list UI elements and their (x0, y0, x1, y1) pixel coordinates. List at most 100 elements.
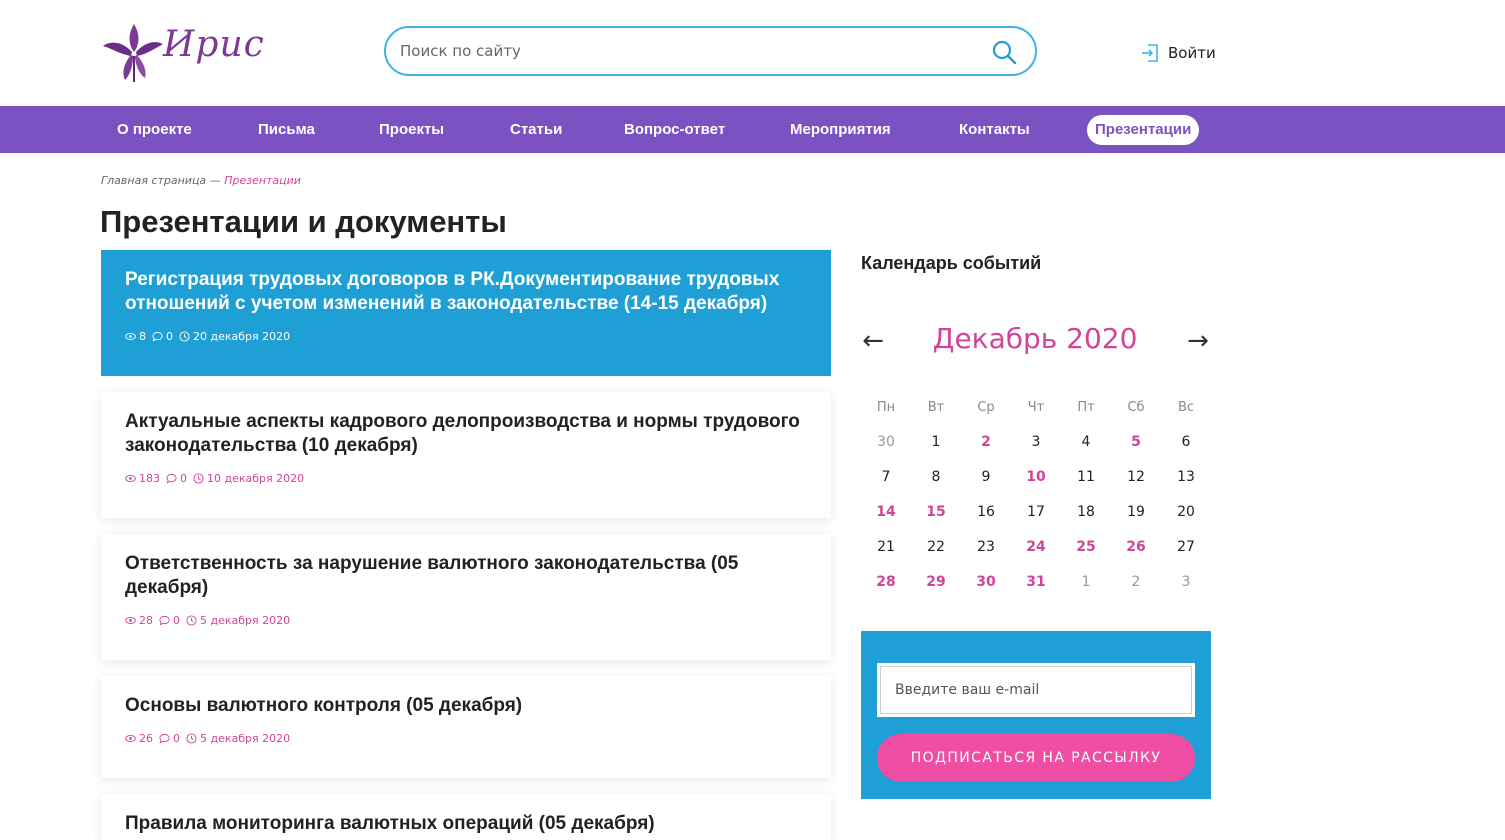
nav-item-articles[interactable]: Статьи (502, 115, 570, 145)
breadcrumb-home[interactable]: Главная страница (101, 174, 206, 187)
calendar-day: 20 (1177, 504, 1195, 520)
calendar-day: 19 (1127, 504, 1145, 520)
calendar-day: 21 (877, 539, 895, 555)
calendar-day: 17 (1027, 504, 1045, 520)
article-title[interactable]: Актуальные аспекты кадрового делопроизво… (125, 410, 805, 458)
article-card[interactable]: Ответственность за нарушение валютного з… (101, 534, 831, 660)
subscribe-button[interactable]: ПОДПИСАТЬСЯ НА РАССЫЛКУ (877, 734, 1195, 782)
weekday-label: Ср (977, 400, 995, 415)
calendar-day-event[interactable]: 10 (1011, 460, 1061, 495)
calendar-day-event[interactable]: 24 (1011, 530, 1061, 565)
article-title[interactable]: Основы валютного контроля (05 декабря) (125, 694, 805, 718)
calendar-week-row: 14 15 16 17 18 19 20 (861, 495, 1211, 530)
calendar-day: 18 (1077, 504, 1095, 520)
eye-icon (125, 475, 136, 482)
comments-count: 0 (173, 732, 180, 745)
article-card[interactable]: Правила мониторинга валютных операций (0… (101, 794, 831, 840)
search-icon[interactable] (991, 39, 1017, 65)
nav-item-presentations[interactable]: Презентации (1087, 115, 1200, 145)
login-label: Войти (1168, 44, 1216, 62)
nav-item-projects[interactable]: Проекты (371, 115, 452, 145)
views-count: 26 (139, 732, 153, 745)
calendar-next-button[interactable]: → (1185, 326, 1211, 356)
article-title[interactable]: Правила мониторинга валютных операций (0… (125, 812, 805, 836)
comments-count: 0 (180, 472, 187, 485)
weekday-label: Сб (1127, 400, 1145, 415)
calendar-day: 12 (1127, 469, 1145, 485)
breadcrumb: Главная страница — Презентации (101, 174, 301, 187)
comment-icon (166, 473, 177, 484)
calendar-week-row: 7 8 9 10 11 12 13 (861, 460, 1211, 495)
login-link[interactable]: Войти (1140, 42, 1216, 64)
calendar-day: 27 (1177, 539, 1195, 555)
clock-icon (193, 473, 204, 484)
main-nav: О проекте Письма Проекты Статьи Вопрос-о… (0, 106, 1505, 153)
nav-item-contacts[interactable]: Контакты (951, 115, 1038, 145)
breadcrumb-separator: — (206, 174, 225, 187)
calendar-day: 13 (1177, 469, 1195, 485)
logo-text: Ирис (163, 24, 265, 65)
calendar-day: 4 (1081, 434, 1091, 450)
calendar-day: 3 (1031, 434, 1041, 450)
eye-icon (125, 333, 136, 340)
site-logo[interactable]: Ирис (101, 18, 264, 84)
views-count: 8 (139, 330, 146, 343)
calendar-day-event[interactable]: 28 (861, 565, 911, 600)
article-date: 20 декабря 2020 (193, 330, 291, 343)
nav-item-about[interactable]: О проекте (109, 115, 200, 145)
comment-icon (159, 615, 170, 626)
search-input[interactable] (400, 28, 980, 74)
calendar-day-event[interactable]: 25 (1061, 530, 1111, 565)
calendar-heading: Календарь событий (861, 253, 1042, 273)
article-card-featured[interactable]: Регистрация трудовых договоров в РК.Доку… (101, 250, 831, 376)
calendar-day: 2 (1131, 574, 1141, 590)
article-meta: 8 0 20 декабря 2020 (125, 330, 296, 343)
search-box (384, 26, 1037, 76)
calendar-grid: Пн Вт Ср Чт Пт Сб Вс 30 1 2 3 4 5 6 7 8 9 10 11 12 13… (861, 390, 1211, 600)
article-title[interactable]: Регистрация трудовых договоров в РК.Доку… (125, 268, 805, 316)
calendar-day-event[interactable]: 30 (961, 565, 1011, 600)
calendar-day: 9 (981, 469, 991, 485)
calendar-day: 6 (1181, 434, 1191, 450)
article-card[interactable]: Основы валютного контроля (05 декабря) 2… (101, 676, 831, 778)
breadcrumb-current: Презентации (224, 174, 301, 187)
calendar-day: 1 (931, 434, 941, 450)
nav-item-events[interactable]: Мероприятия (782, 115, 899, 145)
calendar-week-row: 30 1 2 3 4 5 6 (861, 425, 1211, 460)
calendar-day: 23 (977, 539, 995, 555)
weekday-label: Пн (876, 400, 896, 415)
eye-icon (125, 735, 136, 742)
comment-icon (159, 733, 170, 744)
calendar-day-event[interactable]: 2 (961, 425, 1011, 460)
views-count: 28 (139, 614, 153, 627)
email-input[interactable] (877, 663, 1195, 717)
calendar-prev-button[interactable]: ← (860, 326, 886, 356)
calendar-day-event[interactable]: 31 (1011, 565, 1061, 600)
article-title[interactable]: Ответственность за нарушение валютного з… (125, 552, 805, 600)
article-date: 5 декабря 2020 (200, 614, 291, 627)
views-count: 183 (139, 472, 160, 485)
article-card[interactable]: Актуальные аспекты кадрового делопроизво… (101, 392, 831, 518)
nav-item-letters[interactable]: Письма (250, 115, 323, 145)
calendar-day-event[interactable]: 14 (861, 495, 911, 530)
calendar-day-event[interactable]: 29 (911, 565, 961, 600)
weekday-label: Вт (927, 400, 945, 415)
article-meta: 26 0 5 декабря 2020 (125, 732, 296, 745)
calendar-day: 8 (931, 469, 941, 485)
login-icon (1140, 43, 1160, 63)
nav-item-faq[interactable]: Вопрос-ответ (616, 115, 733, 145)
calendar-weekday-row: Пн Вт Ср Чт Пт Сб Вс (861, 390, 1211, 425)
comment-icon (152, 331, 163, 342)
weekday-label: Чт (1027, 400, 1045, 415)
calendar-day: 3 (1181, 574, 1191, 590)
calendar-month-label: Декабрь 2020 (932, 322, 1138, 355)
clock-icon (186, 733, 197, 744)
calendar-day-event[interactable]: 15 (911, 495, 961, 530)
article-meta: 183 0 10 декабря 2020 (125, 472, 310, 485)
calendar-day-event[interactable]: 26 (1111, 530, 1161, 565)
calendar-day-event[interactable]: 5 (1111, 425, 1161, 460)
comments-count: 0 (173, 614, 180, 627)
page-title: Презентации и документы (100, 204, 507, 239)
calendar-week-row: 28 29 30 31 1 2 3 (861, 565, 1211, 600)
weekday-label: Вс (1177, 400, 1195, 415)
